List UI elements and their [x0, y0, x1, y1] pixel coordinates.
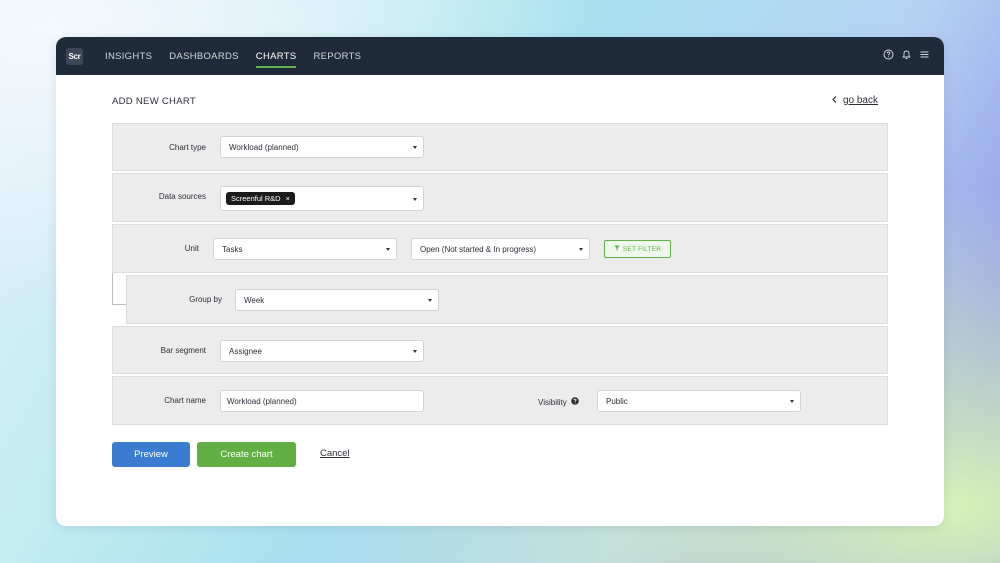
chevron-down-icon	[413, 198, 417, 201]
visibility-select[interactable]: Public	[597, 390, 801, 412]
main-nav: INSIGHTS DASHBOARDS CHARTS REPORTS	[105, 48, 361, 68]
data-source-tag[interactable]: Screenful R&D ×	[226, 192, 295, 205]
help-icon[interactable]	[570, 397, 579, 407]
preview-button[interactable]: Preview	[112, 442, 190, 467]
visibility-label: Visibility	[538, 397, 579, 407]
chart-type-label: Chart type	[169, 143, 206, 152]
create-chart-button[interactable]: Create chart	[197, 442, 296, 467]
nav-charts[interactable]: CHARTS	[255, 48, 297, 68]
top-icons	[883, 49, 930, 60]
task-state-select[interactable]: Open (Not started & In progress)	[411, 238, 590, 260]
chart-type-value: Workload (planned)	[229, 142, 299, 152]
app-logo[interactable]: Scr	[66, 47, 83, 65]
chart-name-value: Workload (planned)	[227, 396, 297, 406]
page-title: ADD NEW CHART	[112, 96, 196, 107]
chevron-down-icon	[790, 400, 794, 403]
chevron-down-icon	[428, 299, 432, 302]
row-group-by: Group by Week	[126, 275, 888, 324]
unit-label: Unit	[184, 244, 199, 253]
menu-icon[interactable]	[919, 49, 930, 60]
group-by-value: Week	[244, 295, 265, 305]
nav-dashboards[interactable]: DASHBOARDS	[169, 48, 239, 65]
help-icon[interactable]	[883, 49, 894, 60]
go-back-label: go back	[842, 95, 878, 106]
chart-type-select[interactable]: Workload (planned)	[220, 136, 424, 158]
bell-icon[interactable]	[901, 49, 912, 60]
chevron-down-icon	[413, 146, 417, 149]
group-by-select[interactable]: Week	[235, 289, 439, 311]
nav-insights[interactable]: INSIGHTS	[105, 48, 152, 65]
nav-reports[interactable]: REPORTS	[313, 48, 361, 65]
row-unit: Unit Tasks Open (Not started & In progre…	[112, 224, 888, 273]
group-by-label: Group by	[189, 295, 222, 304]
chart-name-label: Chart name	[164, 396, 206, 405]
row-bar-segment: Bar segment Assignee	[112, 326, 888, 374]
set-filter-label: SET FILTER	[622, 245, 662, 253]
visibility-value: Public	[606, 396, 628, 406]
group-by-connector	[112, 273, 126, 305]
task-state-value: Open (Not started & In progress)	[420, 244, 537, 254]
unit-select[interactable]: Tasks	[213, 238, 397, 260]
cancel-button[interactable]: Cancel	[320, 448, 350, 459]
chevron-down-icon	[386, 248, 390, 251]
unit-value: Tasks	[222, 244, 243, 254]
row-chart-type: Chart type Workload (planned)	[112, 123, 888, 171]
top-nav-bar: Scr INSIGHTS DASHBOARDS CHARTS REPORTS	[56, 37, 944, 75]
chart-name-input[interactable]: Workload (planned)	[220, 390, 424, 412]
chevron-down-icon	[579, 248, 583, 251]
data-sources-select[interactable]: Screenful R&D ×	[220, 186, 424, 211]
data-source-tag-label: Screenful R&D	[231, 194, 281, 203]
app-window: Scr INSIGHTS DASHBOARDS CHARTS REPORTS A…	[56, 37, 944, 526]
row-data-sources: Data sources Screenful R&D ×	[112, 173, 888, 222]
tag-remove-icon[interactable]: ×	[286, 194, 290, 203]
bar-segment-value: Assignee	[229, 346, 262, 356]
bar-segment-label: Bar segment	[160, 346, 206, 355]
data-sources-label: Data sources	[158, 192, 206, 201]
chevron-left-icon	[832, 95, 837, 106]
chevron-down-icon	[413, 350, 417, 353]
bar-segment-select[interactable]: Assignee	[220, 340, 424, 362]
set-filter-button[interactable]: SET FILTER	[604, 240, 671, 258]
row-chart-name: Chart name Workload (planned) Visibility…	[112, 376, 888, 425]
filter-icon	[614, 245, 620, 253]
visibility-label-text: Visibility	[538, 397, 567, 407]
go-back-link[interactable]: go back	[832, 95, 878, 106]
